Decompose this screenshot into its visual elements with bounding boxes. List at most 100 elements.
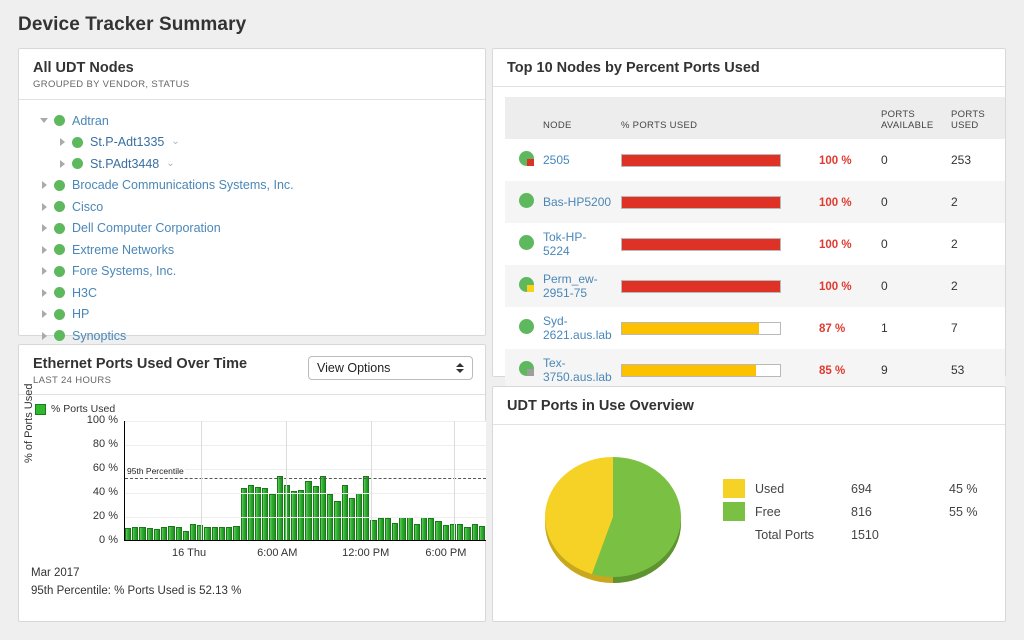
y-tick-label: 0 %: [74, 534, 118, 546]
tree-node-label[interactable]: St.P-Adt1335: [90, 135, 164, 149]
table-row[interactable]: 2505100 %0253: [505, 139, 1005, 181]
col-ports-available: PORTS AVAILABLE: [877, 97, 947, 139]
view-options-select[interactable]: View Options: [308, 356, 473, 380]
top10-table: NODE % PORTS USED PORTS AVAILABLE PORTS …: [505, 97, 1005, 391]
tree-node-row[interactable]: Adtran: [19, 110, 485, 132]
chevron-down-icon[interactable]: [37, 118, 51, 123]
tree-node-label[interactable]: Cisco: [72, 200, 103, 214]
chart-bar: [176, 527, 182, 540]
tree-node-label[interactable]: Adtran: [72, 114, 109, 128]
chart-bar: [407, 517, 413, 540]
row-status-cell: [505, 181, 539, 223]
node-menu-chevron-icon[interactable]: ⌄: [171, 137, 179, 147]
tree-node-row[interactable]: St.PAdt3448 ⌄: [19, 153, 485, 175]
node-link[interactable]: Syd-: [543, 314, 613, 328]
tree-node-row[interactable]: Extreme Networks: [19, 239, 485, 261]
chevron-right-icon[interactable]: [37, 332, 51, 340]
chart-bar: [212, 527, 218, 540]
node-link[interactable]: Perm_ew-: [543, 272, 613, 286]
tree-node-row[interactable]: HP: [19, 304, 485, 326]
gridline-horizontal: [125, 421, 486, 422]
table-row[interactable]: Tok-HP-5224100 %02: [505, 223, 1005, 265]
chart-bar: [464, 527, 470, 540]
tree-node-row[interactable]: Fore Systems, Inc.: [19, 261, 485, 283]
gridline-vertical: [371, 421, 372, 540]
node-link-line2[interactable]: 5224: [543, 244, 613, 258]
chevron-right-icon[interactable]: [37, 310, 51, 318]
chevron-right-icon[interactable]: [37, 267, 51, 275]
table-row[interactable]: Perm_ew-2951-75100 %02: [505, 265, 1005, 307]
ports-used-value: 2: [947, 265, 1005, 307]
status-dot-icon: [54, 244, 65, 255]
table-row[interactable]: Syd-2621.aus.lab87 %17: [505, 307, 1005, 349]
chart-footer-percentile: 95th Percentile: % Ports Used is 52.13 %: [31, 585, 241, 597]
ports-used-value: 53: [947, 349, 1005, 391]
col-ports-available-line2: AVAILABLE: [881, 120, 934, 131]
node-name-cell[interactable]: Tex-3750.aus.lab: [539, 349, 617, 391]
panel-header: Ethernet Ports Used Over Time LAST 24 HO…: [19, 345, 485, 395]
chevron-right-icon[interactable]: [55, 138, 69, 146]
tree-node-label[interactable]: HP: [72, 307, 89, 321]
node-link-line2[interactable]: 2621.aus.lab: [543, 328, 613, 342]
chart-bar: [226, 527, 232, 540]
chevron-right-icon[interactable]: [37, 289, 51, 297]
legend-label: Used: [755, 482, 851, 496]
chart-bar: [183, 531, 189, 540]
node-menu-chevron-icon[interactable]: ⌄: [166, 159, 174, 169]
tree-node-label[interactable]: Extreme Networks: [72, 243, 174, 257]
percent-value: 100 %: [819, 239, 852, 251]
node-status-icon: [519, 361, 534, 376]
tree-node-label[interactable]: Dell Computer Corporation: [72, 221, 221, 235]
chevron-right-icon[interactable]: [37, 181, 51, 189]
tree-node-row[interactable]: Brocade Communications Systems, Inc.: [19, 175, 485, 197]
tree-node-label[interactable]: Fore Systems, Inc.: [72, 264, 176, 278]
node-name-cell[interactable]: Syd-2621.aus.lab: [539, 307, 617, 349]
tree-node-label[interactable]: St.PAdt3448: [90, 157, 159, 171]
tree-node-row[interactable]: H3C: [19, 282, 485, 304]
pie-chart: [538, 445, 688, 585]
node-status-icon: [519, 235, 534, 250]
tree-node-label[interactable]: Synoptics: [72, 329, 126, 343]
table-header-row: NODE % PORTS USED PORTS AVAILABLE PORTS …: [505, 97, 1005, 139]
node-name-cell[interactable]: Tok-HP-5224: [539, 223, 617, 265]
percent-value: 100 %: [819, 281, 852, 293]
status-dot-icon: [54, 201, 65, 212]
percent-bar-cell: [617, 349, 815, 391]
legend-total-spacer: [723, 525, 745, 544]
percent-bar-track: [621, 280, 781, 293]
node-name-cell[interactable]: Perm_ew-2951-75: [539, 265, 617, 307]
tree-node-label[interactable]: Brocade Communications Systems, Inc.: [72, 178, 294, 192]
chevron-right-icon[interactable]: [55, 160, 69, 168]
plot-area: [124, 421, 486, 541]
chevron-right-icon[interactable]: [37, 203, 51, 211]
table-row[interactable]: Bas-HP5200100 %02: [505, 181, 1005, 223]
tree-node-label[interactable]: H3C: [72, 286, 97, 300]
row-status-cell: [505, 139, 539, 181]
node-link[interactable]: Bas-HP5200: [543, 195, 613, 209]
percent-value: 87 %: [819, 323, 845, 335]
tree-node-row[interactable]: Dell Computer Corporation: [19, 218, 485, 240]
row-status-cell: [505, 223, 539, 265]
chevron-right-icon[interactable]: [37, 246, 51, 254]
panel-header: All UDT Nodes GROUPED BY VENDOR, STATUS: [19, 49, 485, 100]
table-row[interactable]: Tex-3750.aus.lab85 %953: [505, 349, 1005, 391]
panel-title: Top 10 Nodes by Percent Ports Used: [507, 60, 991, 77]
chart-bar: [313, 486, 319, 540]
total-ports-value: 1510: [851, 528, 949, 542]
node-link-line2[interactable]: 3750.aus.lab: [543, 370, 613, 384]
col-percent-ports-used: % PORTS USED: [617, 97, 815, 139]
node-link[interactable]: Tex-: [543, 356, 613, 370]
node-link[interactable]: 2505: [543, 153, 613, 167]
tree-node-row[interactable]: St.P-Adt1335 ⌄: [19, 132, 485, 154]
pie-legend: Used69445 %Free81655 %Total Ports1510: [723, 477, 1009, 546]
chevron-right-icon[interactable]: [37, 224, 51, 232]
node-name-cell[interactable]: Bas-HP5200: [539, 181, 617, 223]
node-link[interactable]: Tok-HP-: [543, 230, 613, 244]
chart-bar: [457, 524, 463, 540]
chart-bar: [161, 527, 167, 540]
node-name-cell[interactable]: 2505: [539, 139, 617, 181]
tree-node-row[interactable]: Cisco: [19, 196, 485, 218]
percent-bar-track: [621, 196, 781, 209]
node-link-line2[interactable]: 2951-75: [543, 286, 613, 300]
col-status: [505, 97, 539, 139]
